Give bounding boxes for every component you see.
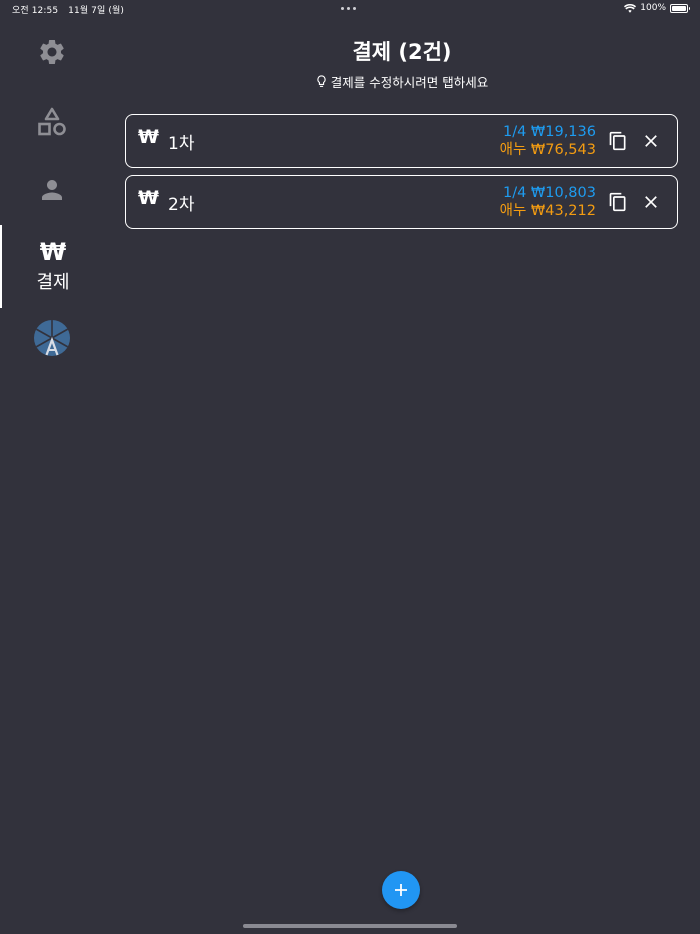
payment-card[interactable]: ₩ 1차 1/4 ₩19,136 애누 ₩76,543 — [125, 114, 678, 168]
payment-name: 2차 — [168, 195, 195, 215]
delete-button[interactable] — [641, 131, 661, 151]
rail-item-people[interactable] — [0, 170, 104, 210]
app-screen: 오전 12:55 11월 7일 (월) 100% ₩ 결제 결제 (2건) 결제… — [0, 0, 700, 934]
payment-amounts: 1/4 ₩19,136 애누 ₩76,543 — [500, 123, 596, 159]
battery-percent: 100% — [640, 3, 666, 13]
total-amount: 애누 ₩43,212 — [499, 203, 596, 219]
status-bar: 오전 12:55 11월 7일 (월) 100% — [0, 0, 700, 18]
rail-item-profile[interactable] — [0, 318, 104, 358]
plus-icon — [395, 884, 407, 896]
page-header: 결제 (2건) 결제를 수정하시려면 탭하세요 — [104, 36, 700, 91]
per-person-amount: 1/4 ₩19,136 — [502, 124, 596, 140]
page-title: 결제 (2건) — [352, 40, 452, 64]
close-icon — [645, 196, 657, 208]
close-icon — [645, 135, 657, 147]
avatar-logo — [34, 320, 70, 356]
lightbulb-icon — [317, 75, 326, 87]
status-date: 11월 7일 (월) — [68, 6, 124, 16]
delete-button[interactable] — [641, 192, 661, 212]
payment-name: 1차 — [168, 134, 195, 154]
wifi-icon — [624, 3, 637, 13]
edit-hint: 결제를 수정하시려면 탭하세요 — [104, 72, 700, 91]
won-icon: ₩ — [138, 187, 159, 209]
rail-item-items[interactable] — [0, 102, 104, 142]
payment-amounts: 1/4 ₩10,803 애누 ₩43,212 — [500, 184, 596, 220]
copy-button[interactable] — [608, 131, 628, 151]
rail-item-payment[interactable]: ₩ 결제 — [0, 225, 104, 308]
status-time: 오전 12:55 — [12, 6, 59, 16]
copy-icon — [609, 192, 626, 212]
side-navigation-rail: ₩ 결제 — [0, 18, 104, 934]
copy-button[interactable] — [608, 192, 628, 212]
edit-hint-text: 결제를 수정하시려면 탭하세요 — [330, 75, 489, 90]
won-icon: ₩ — [138, 126, 159, 148]
gear-icon — [40, 40, 64, 64]
payment-card[interactable]: ₩ 2차 1/4 ₩10,803 애누 ₩43,212 — [125, 175, 678, 229]
battery-icon — [670, 3, 690, 13]
shapes-icon — [38, 107, 66, 136]
add-payment-button[interactable] — [382, 871, 420, 909]
won-icon: ₩ — [39, 237, 67, 266]
total-amount: 애누 ₩76,543 — [499, 142, 596, 158]
rail-item-label: 결제 — [36, 271, 70, 293]
home-indicator[interactable] — [243, 924, 457, 928]
rail-item-settings[interactable] — [0, 32, 104, 72]
person-icon — [42, 180, 62, 200]
per-person-amount: 1/4 ₩10,803 — [502, 185, 596, 201]
copy-icon — [609, 131, 626, 151]
multitasking-dots-icon[interactable] — [341, 7, 356, 10]
